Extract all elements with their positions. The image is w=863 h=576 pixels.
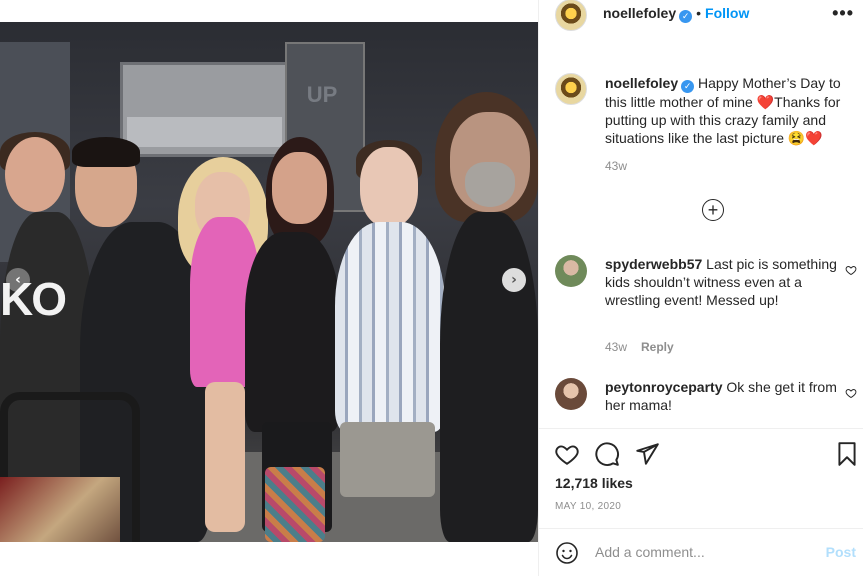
add-comment-input[interactable]	[595, 541, 815, 563]
heart-icon[interactable]	[845, 264, 857, 276]
smiley-icon[interactable]	[555, 541, 579, 565]
person-4-boots	[265, 467, 325, 542]
heart-icon[interactable]	[554, 441, 580, 467]
comment-composer: Post	[539, 528, 863, 576]
paper-plane-icon[interactable]	[634, 441, 660, 467]
person-4-top	[245, 232, 340, 432]
comment-timestamp[interactable]: 43w	[605, 340, 627, 354]
post-date[interactable]: MAY 10, 2020	[555, 501, 621, 512]
commenter-avatar[interactable]	[555, 255, 587, 287]
caption-username[interactable]: noellefoley	[605, 75, 678, 91]
comment-text: spyderwebb57 Last pic is something kids …	[605, 255, 845, 309]
author-avatar[interactable]	[555, 0, 587, 31]
poster-box	[0, 477, 120, 542]
person-2-hair	[72, 137, 140, 167]
equipment-rack-panel	[127, 117, 282, 147]
comment-text: peytonroyceparty Ok she get it from her …	[605, 378, 845, 414]
likes-count[interactable]: 12,718 likes	[555, 475, 633, 491]
comment-username[interactable]: spyderwebb57	[605, 256, 702, 272]
post-media-area: UP KO ‹ ›	[0, 0, 538, 576]
header-author: noellefoley ✓ • Follow	[603, 5, 749, 23]
separator-dot: •	[696, 5, 702, 21]
action-bar	[539, 428, 863, 466]
follow-button[interactable]: Follow	[705, 5, 749, 21]
person-6-suit	[440, 212, 538, 542]
caption-timestamp[interactable]: 43w	[605, 159, 627, 173]
person-5-plaid-shirt	[335, 222, 445, 432]
commenter-avatar[interactable]	[555, 378, 587, 410]
post-photo[interactable]: UP KO	[0, 22, 538, 542]
reply-button[interactable]: Reply	[641, 340, 674, 354]
author-username[interactable]: noellefoley	[603, 5, 676, 21]
more-options-icon[interactable]: •••	[832, 3, 854, 24]
person-1-head	[5, 137, 65, 212]
person-6-beard	[465, 162, 515, 207]
person-5-shorts	[340, 422, 435, 497]
plus-circle-icon[interactable]: +	[702, 199, 724, 221]
post-header: noellefoley ✓ • Follow •••	[539, 0, 863, 31]
comment-meta: 43w Reply	[605, 340, 674, 354]
comment-bubble-icon[interactable]	[594, 441, 620, 467]
comment-username[interactable]: peytonroyceparty	[605, 379, 722, 395]
road-case-lettering: UP	[306, 82, 338, 107]
person-4-head	[272, 152, 327, 224]
person-5-head	[360, 147, 418, 227]
post-side-panel: noellefoley ✓ • Follow ••• noellefoley ✓ Hap…	[538, 0, 863, 576]
caption-avatar[interactable]	[555, 73, 587, 105]
verified-badge-icon: ✓	[679, 10, 693, 23]
heart-icon[interactable]	[845, 387, 857, 399]
caption-text: noellefoley ✓ Happy Mother’s Day to this …	[605, 74, 859, 147]
chevron-right-icon[interactable]: ›	[502, 268, 526, 292]
chevron-left-icon[interactable]: ‹	[6, 268, 30, 292]
person-3-legs	[205, 382, 245, 532]
bookmark-icon[interactable]	[834, 441, 860, 467]
verified-badge-icon: ✓	[681, 80, 695, 93]
post-comment-button[interactable]: Post	[826, 544, 856, 560]
